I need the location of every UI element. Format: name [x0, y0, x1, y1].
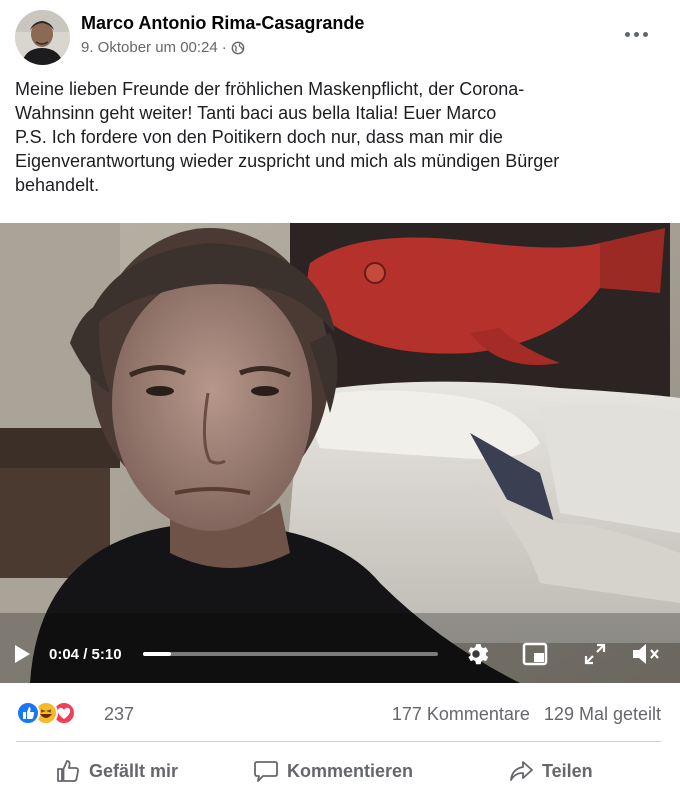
- post-text-line: Wahnsinn geht weiter! Tanti baci aus bel…: [15, 103, 497, 123]
- divider: [16, 741, 661, 742]
- comment-share-counts: 177 Kommentare 129 Mal geteilt: [392, 704, 661, 725]
- share-label: Teilen: [542, 760, 593, 781]
- more-options-icon[interactable]: [616, 22, 656, 46]
- mute-icon[interactable]: [630, 641, 662, 667]
- progress-bar[interactable]: [143, 652, 438, 656]
- post-meta: 9. Oktober um 00:24 ·: [81, 39, 245, 56]
- share-button[interactable]: Teilen: [508, 754, 593, 788]
- share-icon: [510, 761, 533, 781]
- reaction-count[interactable]: 237: [104, 704, 134, 725]
- video-player[interactable]: 0:04 / 5:10: [0, 223, 680, 683]
- post-header: Marco Antonio Rima-Casagrande 9. Oktober…: [0, 0, 680, 68]
- avatar-photo: [15, 10, 70, 65]
- like-label: Gefällt mir: [89, 760, 179, 781]
- picture-in-picture-icon[interactable]: [522, 642, 548, 666]
- reaction-icons[interactable]: [16, 701, 76, 725]
- play-icon[interactable]: [12, 643, 32, 665]
- comment-label: Kommentieren: [287, 760, 414, 781]
- post-actions: Gefällt mir Kommentieren Teilen: [0, 748, 680, 794]
- post-date[interactable]: 9. Oktober um 00:24: [81, 39, 218, 56]
- like-reaction-icon: [16, 701, 40, 725]
- comment-button[interactable]: Kommentieren: [253, 754, 413, 788]
- avatar[interactable]: [15, 10, 70, 65]
- video-frame: [0, 223, 680, 683]
- meta-separator: ·: [221, 39, 227, 56]
- settings-icon[interactable]: [462, 640, 490, 668]
- fullscreen-icon[interactable]: [583, 642, 607, 666]
- like-button[interactable]: Gefällt mir: [55, 754, 178, 788]
- comment-count[interactable]: 177 Kommentare: [392, 704, 530, 724]
- video-time: 0:04 / 5:10: [49, 646, 122, 663]
- progress-fill: [143, 652, 171, 656]
- post-text-line: P.S. Ich fordere von den Poitikern doch …: [15, 127, 503, 147]
- post-stats: 237 177 Kommentare 129 Mal geteilt: [0, 695, 680, 731]
- globe-icon: [231, 41, 245, 55]
- thumbs-up-icon: [57, 760, 79, 782]
- post-text-line: Meine lieben Freunde der fröhlichen Mask…: [15, 79, 525, 99]
- author-name[interactable]: Marco Antonio Rima-Casagrande: [81, 13, 364, 34]
- comment-icon: [254, 761, 278, 782]
- post-text-line: Eigenverantwortung wieder zuspricht und …: [15, 151, 560, 171]
- video-controls: 0:04 / 5:10: [0, 634, 680, 674]
- post-text: Meine lieben Freunde der fröhlichen Mask…: [15, 77, 665, 197]
- post-text-line: behandelt.: [15, 175, 100, 195]
- share-count[interactable]: 129 Mal geteilt: [544, 704, 661, 724]
